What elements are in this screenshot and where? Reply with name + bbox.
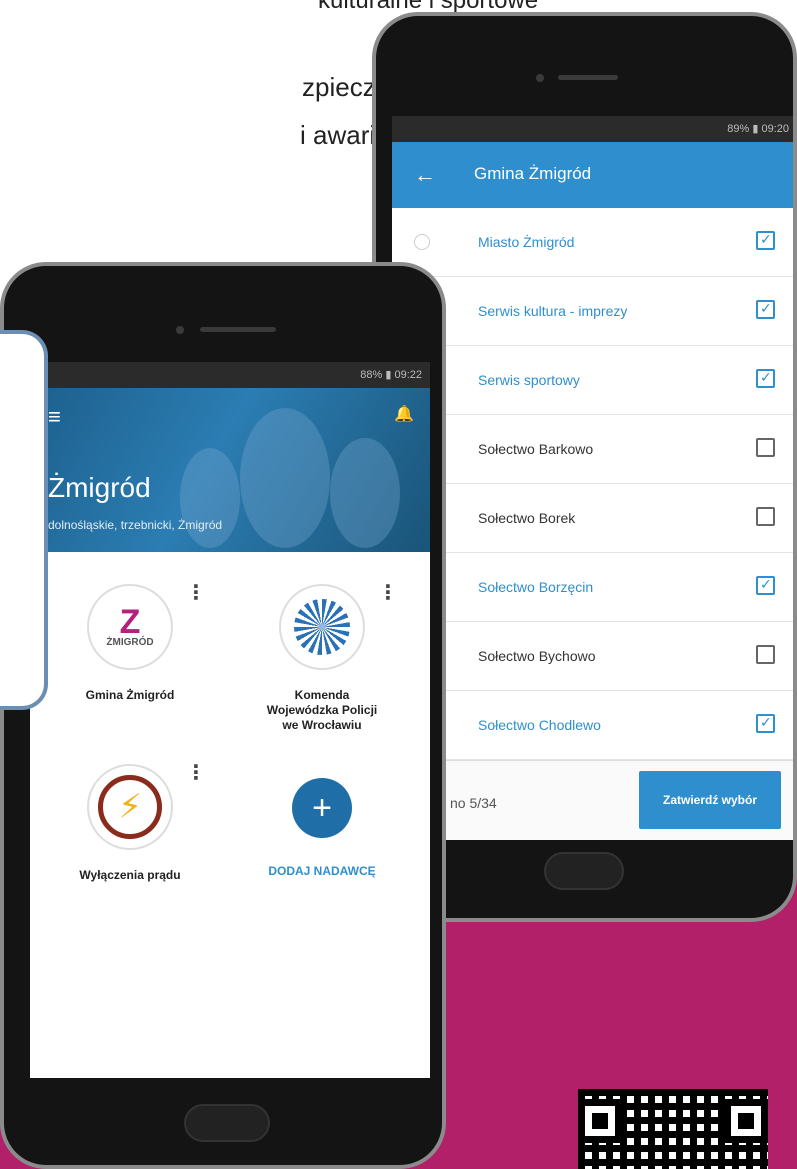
subscription-list: Miasto Żmigród ✓ Serwis kultura - imprez… xyxy=(392,208,793,760)
menu-icon[interactable]: ≡ xyxy=(48,404,61,430)
city-title: Żmigród xyxy=(48,472,151,503)
checkbox[interactable]: ✓ xyxy=(756,231,775,250)
checkbox[interactable]: ✓ xyxy=(756,507,775,526)
hero-banner: ≡ 🔔 Żmigród dolnośląskie, trzebnicki, Żm… xyxy=(30,388,430,552)
list-item[interactable]: Sołectwo Bychowo ✓ xyxy=(392,622,793,691)
sender-card-power[interactable]: ⋮ ⚡ Wyłączenia prądu xyxy=(50,762,210,883)
camera-dot xyxy=(176,326,184,334)
radio-icon xyxy=(414,234,430,250)
sender-name: Wyłączenia prądu xyxy=(79,868,181,882)
list-item-label: Serwis sportowy xyxy=(478,372,580,388)
police-logo-frame xyxy=(279,584,365,670)
sender-card-police[interactable]: ⋮ Komenda Wojewódzka Policji we Wrocławi… xyxy=(242,582,402,733)
list-item-label: Sołectwo Chodlewo xyxy=(478,717,601,733)
qr-code xyxy=(578,1089,768,1169)
checkbox[interactable]: ✓ xyxy=(756,369,775,388)
bell-icon[interactable]: 🔔 xyxy=(394,404,414,424)
list-item[interactable]: Sołectwo Chodlewo ✓ xyxy=(392,691,793,760)
checkbox[interactable]: ✓ xyxy=(756,300,775,319)
arrow-left-icon[interactable]: ← xyxy=(414,162,436,188)
qr-finder-pattern xyxy=(578,1099,622,1143)
status-bar: 89% ▮ 09:20 xyxy=(392,116,793,142)
home-button xyxy=(184,1104,270,1142)
add-sender-label[interactable]: DODAJ NADAWCĘ xyxy=(242,864,402,878)
checkmark-icon: ✓ xyxy=(760,300,772,316)
list-item-label: Sołectwo Borek xyxy=(478,510,576,526)
police-star-icon xyxy=(294,599,350,655)
confirm-selection-button[interactable]: Zatwierdź wybór xyxy=(639,771,781,829)
list-item-label: Serwis kultura - imprezy xyxy=(478,303,628,319)
region-subtitle: dolnośląskie, trzebnicki, Żmigród xyxy=(48,518,223,532)
checkbox[interactable]: ✓ xyxy=(756,645,775,664)
checkbox[interactable]: ✓ xyxy=(756,438,775,457)
sender-name: Gmina Żmigród xyxy=(85,688,175,702)
camera-dot xyxy=(536,74,544,82)
list-item[interactable]: Sołectwo Borzęcin ✓ xyxy=(392,553,793,622)
hero-background-shape xyxy=(180,448,240,548)
list-item-label: Sołectwo Bychowo xyxy=(478,648,596,664)
checkmark-icon: ✓ xyxy=(760,231,772,247)
more-vert-icon[interactable]: ⋮ xyxy=(186,580,206,605)
checkbox[interactable]: ✓ xyxy=(756,576,775,595)
checkmark-icon: ✓ xyxy=(760,576,772,592)
list-item[interactable]: Miasto Żmigród ✓ xyxy=(392,208,793,277)
checkmark-icon: ✓ xyxy=(760,714,772,730)
back-phone-screen: 89% ▮ 09:20 ← Gmina Żmigród Miasto Żmigr… xyxy=(392,116,793,840)
list-item-label: Sołectwo Barkowo xyxy=(478,441,594,457)
add-sender-button[interactable]: + xyxy=(292,778,352,838)
list-item[interactable]: Serwis sportowy ✓ xyxy=(392,346,793,415)
more-vert-icon[interactable]: ⋮ xyxy=(186,760,206,785)
checkbox[interactable]: ✓ xyxy=(756,714,775,733)
hero-background-shape xyxy=(330,438,400,548)
list-item[interactable]: Sołectwo Barkowo ✓ xyxy=(392,415,793,484)
list-item-label: Sołectwo Borzęcin xyxy=(478,579,594,595)
sender-name: Komenda Wojewódzka Policji we Wrocławiu xyxy=(266,688,378,732)
front-phone-screen: 88% ▮ 09:22 ≡ 🔔 Żmigród dolnośląskie, tr… xyxy=(30,362,430,1078)
selection-footer: no 5/34 Zatwierdź wybór xyxy=(392,760,793,840)
hero-background-shape xyxy=(240,408,330,548)
checkmark-icon: ✓ xyxy=(760,369,772,385)
power-logo-frame: ⚡ xyxy=(87,764,173,850)
selection-count: no 5/34 xyxy=(450,795,497,811)
list-item[interactable]: Serwis kultura - imprezy ✓ xyxy=(392,277,793,346)
qr-finder-pattern xyxy=(724,1099,768,1143)
lightning-bolt-icon: ⚡ xyxy=(98,775,162,839)
app-bar-title: Gmina Żmigród xyxy=(474,164,592,183)
sender-card-gmina[interactable]: ⋮ Z ŻMIGRÓD Gmina Żmigród xyxy=(50,582,210,703)
status-bar: 88% ▮ 09:22 xyxy=(30,362,430,388)
zmigrod-logo: Z ŻMIGRÓD xyxy=(106,602,154,648)
more-vert-icon[interactable]: ⋮ xyxy=(378,580,398,605)
app-bar: ← Gmina Żmigród xyxy=(392,142,793,208)
speaker-grille xyxy=(200,327,276,332)
list-item-label: Miasto Żmigród xyxy=(478,234,575,250)
speaker-grille xyxy=(558,75,618,80)
list-item[interactable]: Sołectwo Borek ✓ xyxy=(392,484,793,553)
speech-bubble-shape xyxy=(0,330,48,710)
add-sender-card: + DODAJ NADAWCĘ xyxy=(242,764,402,878)
gmina-logo: Z ŻMIGRÓD xyxy=(87,584,173,670)
home-button xyxy=(544,852,624,890)
front-phone: 88% ▮ 09:22 ≡ 🔔 Żmigród dolnośląskie, tr… xyxy=(0,262,446,1169)
